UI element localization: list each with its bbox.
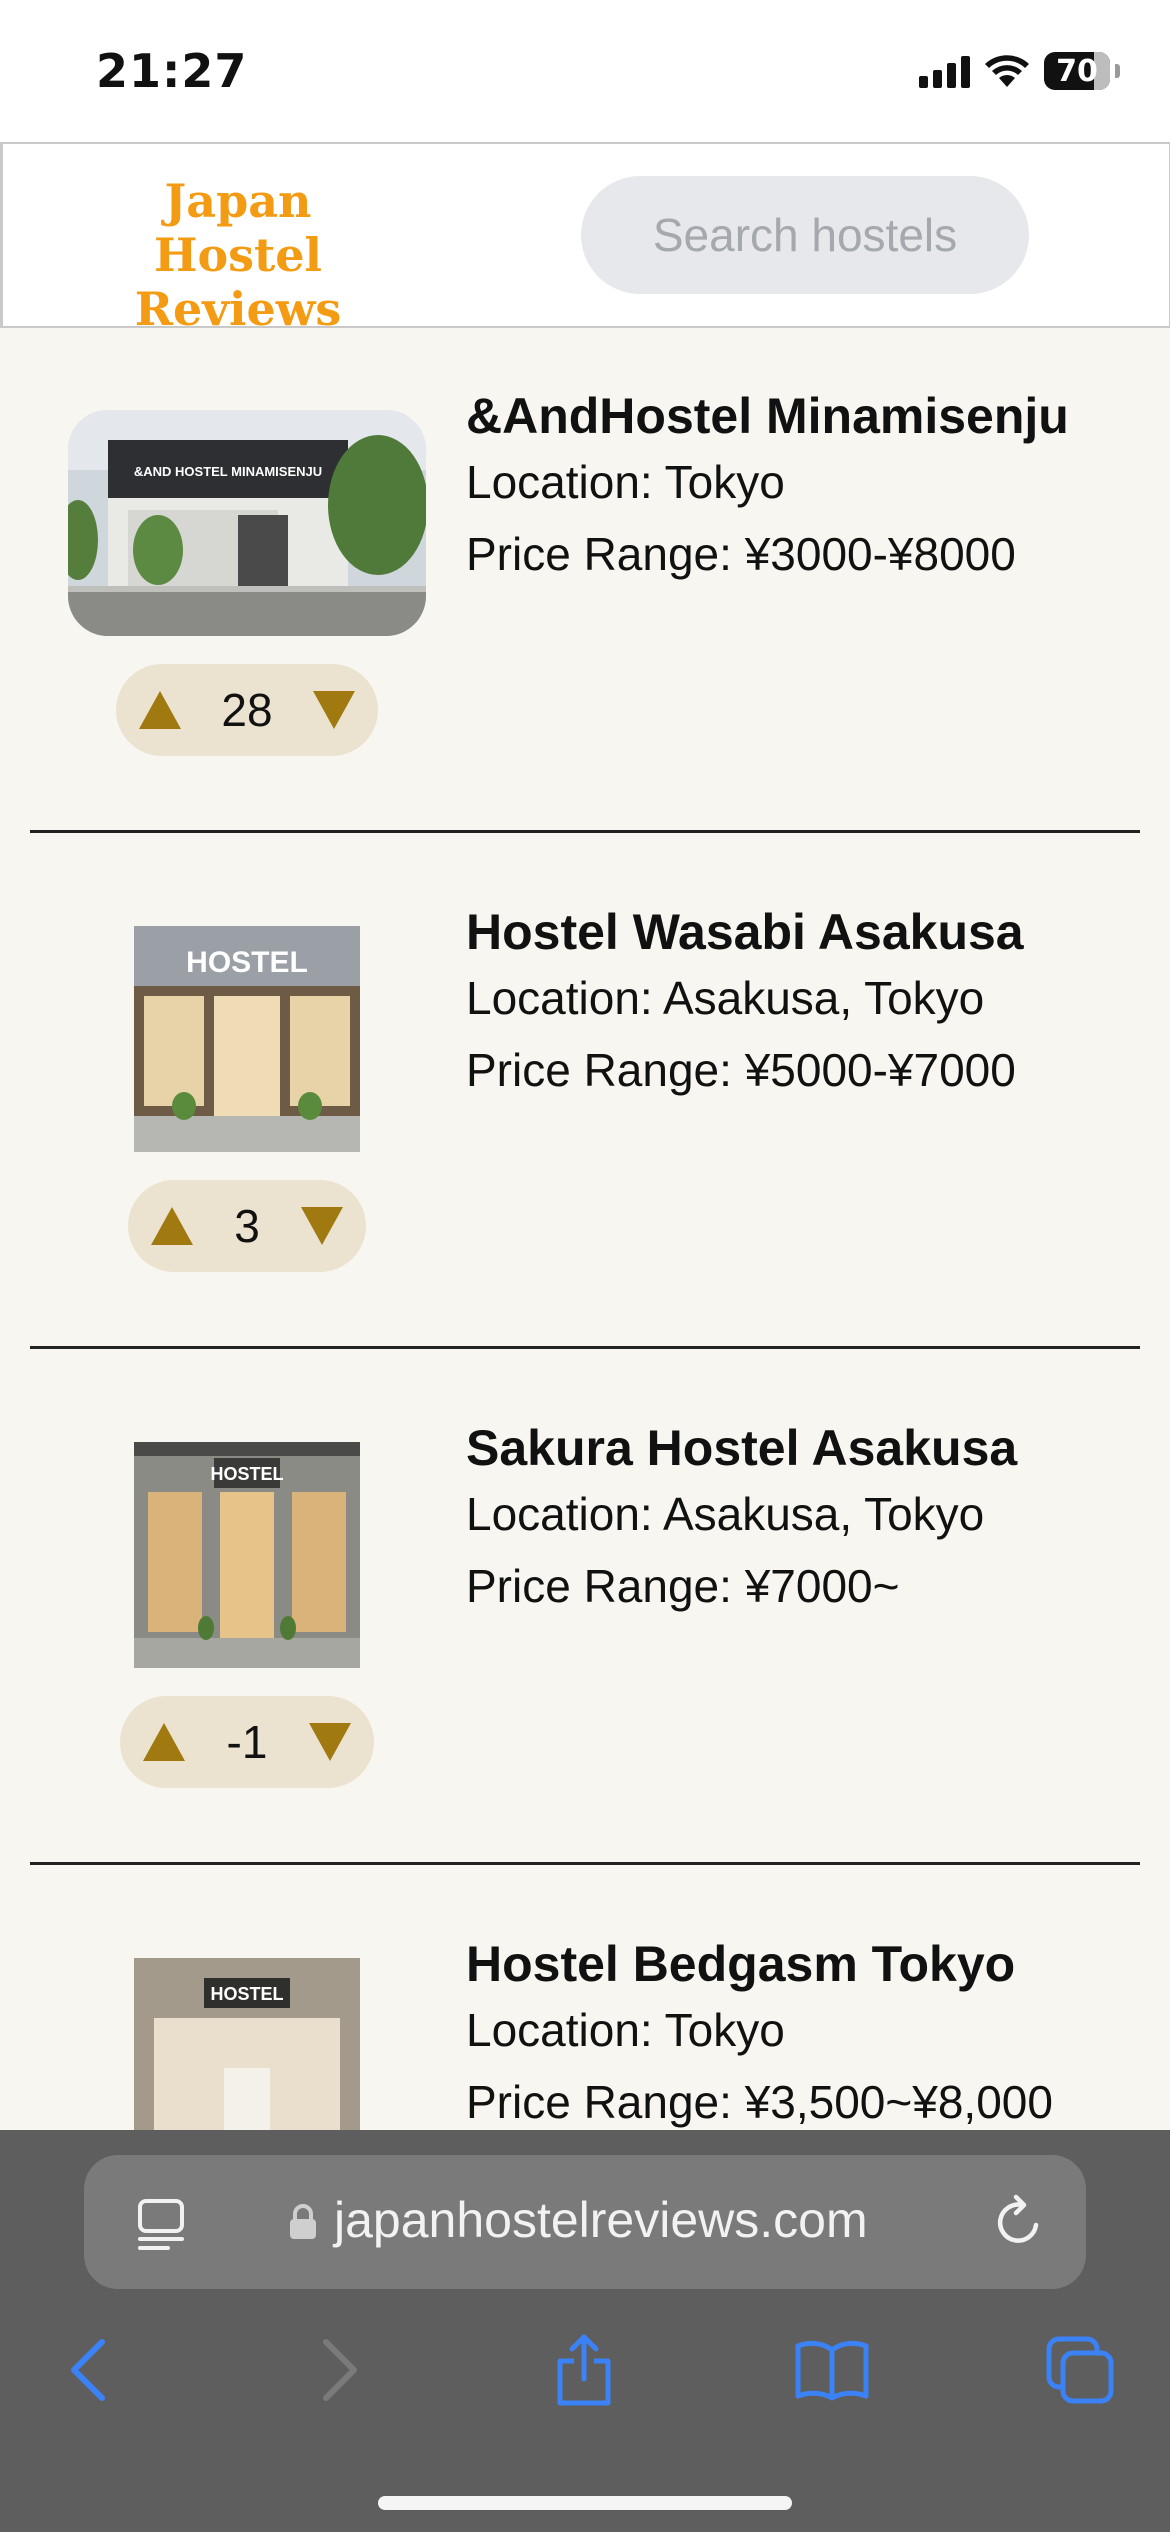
- listing-divider: [30, 1862, 1140, 1865]
- upvote-button[interactable]: [150, 1206, 194, 1246]
- forward-button[interactable]: [290, 2320, 390, 2420]
- hostel-info: Hostel Bedgasm Tokyo Location: Tokyo Pri…: [466, 1934, 1053, 2138]
- hostel-info: &AndHostel Minamisenju Location: Tokyo P…: [466, 386, 1069, 590]
- hostel-price-range: Price Range: ¥3000-¥8000: [466, 528, 1016, 580]
- cellular-signal-icon: [919, 54, 970, 88]
- hostel-name[interactable]: Hostel Bedgasm Tokyo: [466, 1934, 1053, 1994]
- wifi-icon: [985, 55, 1029, 87]
- downvote-button[interactable]: [308, 1722, 352, 1762]
- browser-toolbar: japanhostelreviews.com: [0, 2130, 1170, 2532]
- reload-icon[interactable]: [992, 2193, 1046, 2251]
- photo-sign-text: HOSTEL: [210, 1464, 283, 1484]
- photo-sign-text: HOSTEL: [186, 946, 308, 979]
- upvote-arrow-icon: [151, 1207, 193, 1245]
- lock-icon: [290, 2204, 316, 2239]
- hostel-location: Location: Tokyo: [466, 2004, 785, 2056]
- status-indicators: 70: [919, 52, 1120, 90]
- tabs-icon: [1046, 2336, 1114, 2404]
- home-indicator[interactable]: [378, 2496, 792, 2510]
- hostel-price-range: Price Range: ¥5000-¥7000: [466, 1044, 1016, 1096]
- address-bar[interactable]: japanhostelreviews.com: [84, 2155, 1086, 2289]
- site-header: Japan Hostel Reviews: [0, 142, 1170, 336]
- upvote-arrow-icon: [139, 691, 181, 729]
- hostel-name[interactable]: Sakura Hostel Asakusa: [466, 1418, 1017, 1478]
- hostel-name[interactable]: &AndHostel Minamisenju: [466, 386, 1069, 446]
- photo-sign-text: HOSTEL: [210, 1984, 283, 2004]
- upvote-button[interactable]: [138, 690, 182, 730]
- chevron-right-icon: [323, 2339, 357, 2401]
- vote-count: 28: [221, 684, 273, 736]
- upvote-arrow-icon: [143, 1723, 185, 1761]
- hostel-name[interactable]: Hostel Wasabi Asakusa: [466, 902, 1024, 962]
- hostel-price-range: Price Range: ¥7000~: [466, 1560, 900, 1612]
- logo-line-1: Japan: [164, 174, 312, 228]
- search-input[interactable]: [581, 176, 1029, 294]
- share-icon: [557, 2334, 611, 2406]
- browser-nav-bar: [0, 2320, 1170, 2430]
- hostel-location: Location: Asakusa, Tokyo: [466, 972, 985, 1024]
- photo-sign-text: &AND HOSTEL MINAMISENJU: [134, 464, 322, 479]
- downvote-button[interactable]: [312, 690, 356, 730]
- hostel-listing: HOSTEL 3 Hostel Wasabi Asakusa Location:…: [0, 840, 1170, 1356]
- downvote-arrow-icon: [312, 691, 355, 729]
- page-menu-icon[interactable]: [136, 2197, 186, 2251]
- vote-widget: 3: [128, 1180, 366, 1272]
- battery-level: 70: [1056, 53, 1098, 89]
- hostel-listing: HOSTEL -1 Sakura Hostel Asakusa Location…: [0, 1356, 1170, 1872]
- vote-count: 3: [234, 1200, 260, 1252]
- hostel-info: Hostel Wasabi Asakusa Location: Asakusa,…: [466, 902, 1024, 1106]
- battery-icon: 70: [1044, 52, 1120, 90]
- vote-count: -1: [226, 1716, 268, 1768]
- book-icon: [795, 2340, 869, 2401]
- hostel-info: Sakura Hostel Asakusa Location: Asakusa,…: [466, 1418, 1017, 1622]
- hostel-price-range: Price Range: ¥3,500~¥8,000: [466, 2076, 1053, 2128]
- listing-divider: [30, 1346, 1140, 1349]
- hostel-location: Location: Asakusa, Tokyo: [466, 1488, 985, 1540]
- listing-divider: [30, 830, 1140, 833]
- hostel-photo[interactable]: HOSTEL: [134, 926, 360, 1152]
- vote-widget: 28: [116, 664, 378, 756]
- hostel-listing: &AND HOSTEL MINAMISENJU 28 &AndHostel Mi…: [0, 324, 1170, 840]
- downvote-button[interactable]: [300, 1206, 344, 1246]
- share-button[interactable]: [534, 2320, 634, 2420]
- tabs-button[interactable]: [1030, 2320, 1130, 2420]
- status-time: 21:27: [96, 44, 248, 98]
- back-button[interactable]: [38, 2320, 138, 2420]
- status-bar: 21:27 70: [0, 0, 1170, 142]
- hostel-photo[interactable]: &AND HOSTEL MINAMISENJU: [68, 410, 426, 636]
- downvote-arrow-icon: [301, 1207, 343, 1245]
- vote-widget: -1: [120, 1696, 374, 1788]
- chevron-left-icon: [71, 2339, 105, 2401]
- url-text: japanhostelreviews.com: [334, 2192, 868, 2248]
- logo-line-2: Hostel Reviews: [134, 228, 342, 336]
- hostel-photo[interactable]: HOSTEL: [134, 1442, 360, 1668]
- hostel-location: Location: Tokyo: [466, 456, 785, 508]
- site-logo[interactable]: Japan Hostel Reviews: [43, 174, 433, 336]
- bookmarks-button[interactable]: [782, 2320, 882, 2420]
- upvote-button[interactable]: [142, 1722, 186, 1762]
- downvote-arrow-icon: [309, 1723, 351, 1761]
